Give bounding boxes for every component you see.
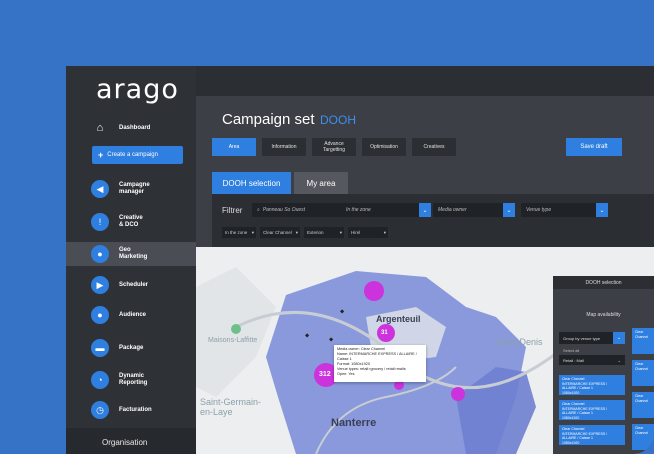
save-draft-button[interactable]: Save draft [566,138,622,156]
tab-creatives[interactable]: Creatives [412,138,456,156]
dooh-card-right[interactable]: Clear Channel [632,424,654,450]
tab-area[interactable]: Area [212,138,256,156]
zone-select[interactable]: In the zone ⌄ [341,203,431,217]
venue-type-select[interactable]: Venue type ⌄ [521,203,608,217]
sidebar-item-scheduler[interactable]: ▶ Scheduler [66,273,196,297]
sidebar-item-dynamic-reporting[interactable]: ◔ Dynamic Reporting [66,368,196,392]
tab-advance-targetting[interactable]: Advance Targetting [312,138,356,156]
dooh-card[interactable]: Clear Channel INTERMARCHE EXPRESS / ALLA… [559,375,625,395]
filter-chip[interactable]: Exterion ▾ [304,227,344,238]
app-window: arago ⌂ Dashboard + Create a campaign ◀ … [66,66,654,454]
panel-title: DOOH selection [553,276,654,289]
sidebar-item-dashboard[interactable]: ⌂ Dashboard [66,116,196,140]
chevron-down-icon: ⌄ [613,332,625,344]
filter-chip[interactable]: Hirel ▾ [348,227,388,238]
plus-icon: + [98,150,104,160]
map-popup: Media owner: Clear Channel Name: INTERMA… [334,345,426,382]
package-icon: ▬ [91,339,109,357]
map-pin-icon[interactable]: ⬥ [305,333,309,340]
chevron-down-icon: ▾ [295,229,298,235]
search-icon: ⌕ [257,207,260,213]
chevron-down-icon: ⌄ [617,357,621,363]
dooh-card[interactable]: Clear Channel INTERMARCHE EXPRESS / ALLA… [559,400,625,420]
dooh-card[interactable]: Clear Channel INTERMARCHE EXPRESS / ALLA… [559,425,625,445]
dooh-card-right[interactable]: Clear Channel [632,392,654,418]
app-logo: arago [96,74,179,105]
search-input[interactable]: ⌕ Panneau So Ouest [252,203,342,217]
chevron-down-icon: ▾ [339,229,342,235]
filter-label: Filtrer [222,206,243,215]
select-all-checkbox[interactable]: Select all [563,348,579,353]
sidebar-item-package[interactable]: ▬ Package [66,336,196,360]
map-label: Saint-Germain-en-Laye [200,397,262,417]
scheduler-icon: ▶ [91,276,109,294]
chevron-down-icon: ▾ [383,229,386,235]
filter-chip[interactable]: In the zone ▾ [222,227,256,238]
map-pin-icon[interactable]: ⬥ [340,309,344,316]
dooh-card-right[interactable]: Clear Channel [632,328,654,354]
group-by-select[interactable]: Group by venue type ⌄ [559,332,625,344]
tab-my-area[interactable]: My area [294,172,348,194]
create-campaign-button[interactable]: + Create a campaign [92,146,183,164]
dooh-card-right[interactable]: Clear Channel [632,360,654,386]
map-pin-icon[interactable]: ⬥ [329,337,333,344]
retail-group-row[interactable]: Retail : Mall ⌄ [559,355,625,365]
tab-information[interactable]: Information [262,138,306,156]
clock-icon: ◷ [91,401,109,419]
map-label: Maisons-Laffitte [208,337,258,344]
sidebar-item-geo-marketing[interactable]: ● Geo Marketing [66,242,196,266]
media-owner-select[interactable]: Media owner ⌄ [433,203,515,217]
tab-dooh-selection[interactable]: DOOH selection [212,172,291,194]
cluster-count[interactable]: 312 [319,371,331,378]
map-label: Nanterre [331,417,377,429]
map-label: Saint-Denis [496,337,543,347]
lightbulb-icon: ! [91,213,109,231]
organisation-footer[interactable]: Organisation [66,428,196,454]
page-subtitle: DOOH [320,113,356,127]
sidebar-item-audience[interactable]: ● Audience [66,303,196,327]
cluster-count[interactable]: 31 [381,330,388,336]
page-title: Campaign set [222,111,315,128]
sidebar-item-label: Dashboard [119,124,151,131]
sidebar-item-campagne-manager[interactable]: ◀ Campagne manager [66,177,196,201]
sidebar: arago ⌂ Dashboard + Create a campaign ◀ … [66,66,196,454]
chevron-down-icon: ▾ [251,229,254,235]
sidebar-item-creative[interactable]: ! Creative & DCO [66,210,196,234]
chevron-down-icon: ⌄ [596,203,608,217]
home-icon: ⌂ [96,122,104,134]
background-frame: arago ⌂ Dashboard + Create a campaign ◀ … [0,0,654,454]
chevron-down-icon: ⌄ [419,203,431,217]
filter-chip[interactable]: Clear Channel ▾ [260,227,300,238]
filter-bar: Filtrer ⌕ Panneau So Ouest In the zone ⌄… [212,194,654,247]
map-label: Argenteuil [376,314,421,324]
megaphone-icon: ◀ [91,180,109,198]
audience-icon: ● [91,306,109,324]
top-bar [196,66,654,96]
tab-optimisation[interactable]: Optimisation [362,138,406,156]
reporting-icon: ◔ [91,371,109,389]
map-availability-label: Map availability [586,312,621,318]
sidebar-item-facturation[interactable]: ◷ Facturation [66,398,196,422]
map-pin-icon: ● [91,245,109,263]
chevron-down-icon: ⌄ [503,203,515,217]
